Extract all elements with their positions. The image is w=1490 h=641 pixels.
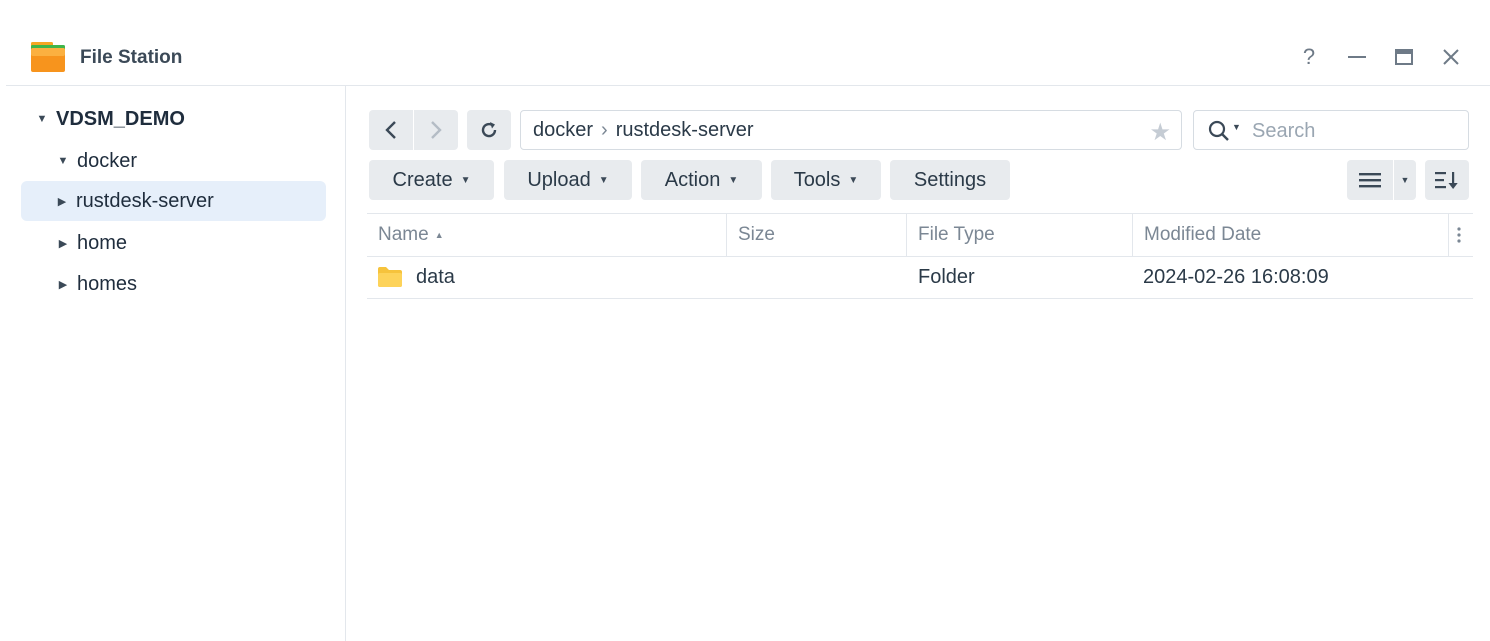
column-header-file-type[interactable]: File Type [906,214,1132,256]
back-button[interactable] [369,110,413,150]
list-view-icon [1359,173,1381,188]
upload-button-label: Upload [527,168,591,191]
tree-root-vdsm-demo[interactable]: ▼ VDSM_DEMO [34,99,185,139]
sort-icon [1435,172,1458,189]
tree-item-label: home [77,231,128,254]
tree-item-home[interactable]: ▶ home [55,223,127,263]
main-panel: docker › rustdesk-server ★ ▼ Create ▼ Upl… [346,86,1490,641]
refresh-button[interactable] [467,110,511,150]
row-modified-date: 2024-02-26 16:08:09 [1143,265,1329,288]
app-title: File Station [80,47,183,68]
view-options-dropdown[interactable]: ▼ [1394,160,1416,200]
breadcrumb-rustdesk-server[interactable]: rustdesk-server [616,119,754,142]
file-list-header: Name ▲ Size File Type Modified Date [367,213,1473,257]
file-station-app-icon [30,41,66,73]
column-modified-label: Modified Date [1144,224,1262,245]
sidebar-tree: ▼ VDSM_DEMO ▼ docker ▶ rustdesk-server ▶… [6,86,346,641]
column-header-name[interactable]: Name ▲ [367,214,726,256]
tree-item-homes[interactable]: ▶ homes [55,264,137,304]
column-menu-icon[interactable] [1448,214,1473,256]
search-box[interactable]: ▼ [1193,110,1469,150]
table-row[interactable]: data Folder 2024-02-26 16:08:09 [367,256,1473,299]
dropdown-arrow-icon: ▼ [1400,175,1410,185]
caret-down-icon[interactable]: ▼ [34,113,50,125]
column-name-label: Name [378,224,429,245]
caret-right-icon[interactable]: ▶ [55,278,71,291]
breadcrumb-docker[interactable]: docker [533,119,593,142]
tree-item-label: homes [77,272,138,295]
tree-root-label: VDSM_DEMO [56,107,185,130]
minimize-icon[interactable] [1340,40,1374,74]
create-button[interactable]: Create ▼ [369,160,494,200]
dropdown-arrow-icon: ▼ [460,174,471,186]
chevron-left-icon [385,121,396,139]
settings-button-label: Settings [913,168,987,191]
list-view-button[interactable] [1347,160,1393,200]
search-icon[interactable] [1208,120,1230,142]
row-name: data [416,265,455,288]
settings-button[interactable]: Settings [890,160,1010,200]
title-bar: File Station ? [6,30,1490,86]
row-file-type: Folder [918,265,975,288]
breadcrumb-separator: › [601,118,608,141]
dropdown-arrow-icon: ▼ [848,174,859,186]
tree-item-docker[interactable]: ▼ docker [55,141,137,181]
column-type-label: File Type [918,224,995,245]
tools-button[interactable]: Tools ▼ [771,160,881,200]
tools-button-label: Tools [793,168,841,191]
caret-right-icon[interactable]: ▶ [54,195,70,208]
tree-item-label: docker [77,149,138,172]
upload-button[interactable]: Upload ▼ [504,160,632,200]
favorite-star-icon[interactable]: ★ [1149,118,1171,147]
folder-icon [377,256,403,298]
address-bar[interactable]: docker › rustdesk-server ★ [520,110,1182,150]
column-header-modified-date[interactable]: Modified Date [1132,214,1448,256]
chevron-right-icon [431,121,442,139]
column-header-size[interactable]: Size [726,214,906,256]
tree-item-rustdesk-server[interactable]: ▶ rustdesk-server [21,181,326,221]
forward-button[interactable] [414,110,458,150]
maximize-icon[interactable] [1387,40,1421,74]
close-icon[interactable] [1434,40,1468,74]
action-button[interactable]: Action ▼ [641,160,762,200]
dropdown-arrow-icon: ▼ [598,174,609,186]
search-options-dropdown-icon[interactable]: ▼ [1232,122,1241,132]
sort-ascending-icon: ▲ [434,230,444,240]
help-icon[interactable]: ? [1292,40,1326,74]
caret-right-icon[interactable]: ▶ [55,237,71,250]
column-size-label: Size [738,224,775,245]
sort-button[interactable] [1425,160,1469,200]
refresh-icon [481,122,497,138]
dropdown-arrow-icon: ▼ [728,174,739,186]
action-button-label: Action [664,168,721,191]
search-input[interactable] [1250,118,1454,144]
create-button-label: Create [392,168,453,191]
caret-down-icon[interactable]: ▼ [55,155,71,167]
tree-item-label: rustdesk-server [76,189,214,212]
